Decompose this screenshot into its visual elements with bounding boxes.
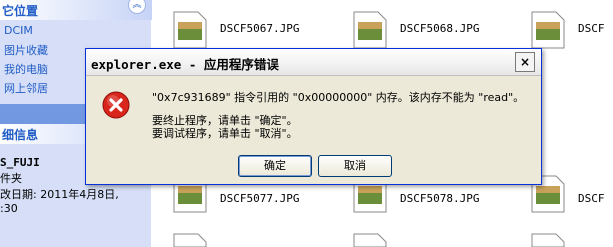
dialog-title: explorer.exe - 应用程序错误: [91, 57, 279, 72]
jpg-file-icon: [531, 11, 565, 49]
jpg-file-icon[interactable]: [530, 232, 566, 247]
ok-button[interactable]: 确定: [238, 155, 312, 177]
close-button[interactable]: ×: [515, 52, 535, 72]
jpg-file-icon: [353, 11, 387, 49]
sidebar-link-my-computer[interactable]: 我的电脑: [4, 61, 48, 77]
file-name: DSCF5067.JPG: [220, 22, 300, 35]
other-places-title: 它位置: [2, 4, 39, 18]
details-name: S_FUJI: [0, 156, 40, 169]
file-name: DSCF: [578, 192, 605, 205]
file-item[interactable]: DSCF: [530, 10, 613, 50]
file-item[interactable]: DSCF: [530, 174, 613, 214]
details-title: 细信息: [2, 128, 39, 142]
jpg-file-icon[interactable]: [352, 232, 388, 247]
sidebar-link-dcim[interactable]: DCIM: [4, 24, 33, 37]
instruction-cancel: 要调试程序，请单击 "取消"。: [152, 127, 298, 140]
jpg-file-icon[interactable]: [172, 232, 208, 247]
error-icon: [102, 91, 130, 119]
error-dialog: explorer.exe - 应用程序错误 × "0x7c931689" 指令引…: [85, 48, 542, 185]
jpg-file-icon: [173, 11, 207, 49]
dialog-title-bar[interactable]: explorer.exe - 应用程序错误 ×: [86, 49, 541, 76]
details-time: :30: [0, 202, 18, 215]
error-message: "0x7c931689" 指令引用的 "0x00000000" 内存。该内存不能…: [152, 91, 525, 104]
file-item[interactable]: DSCF5068.JPG: [352, 10, 502, 50]
details-modified: 改日期: 2011年4月8日,: [0, 188, 119, 201]
file-name: DSCF: [578, 22, 605, 35]
file-item[interactable]: DSCF5067.JPG: [172, 10, 322, 50]
cancel-button[interactable]: 取消: [318, 155, 392, 177]
file-name: DSCF5078.JPG: [400, 192, 480, 205]
sidebar-link-my-pictures[interactable]: 图片收藏: [4, 42, 48, 58]
file-name: DSCF5068.JPG: [400, 22, 480, 35]
file-name: DSCF5077.JPG: [220, 192, 300, 205]
details-type: 件夹: [0, 172, 22, 185]
close-icon: ×: [519, 55, 531, 69]
sidebar-link-network[interactable]: 网上邻居: [4, 80, 48, 96]
